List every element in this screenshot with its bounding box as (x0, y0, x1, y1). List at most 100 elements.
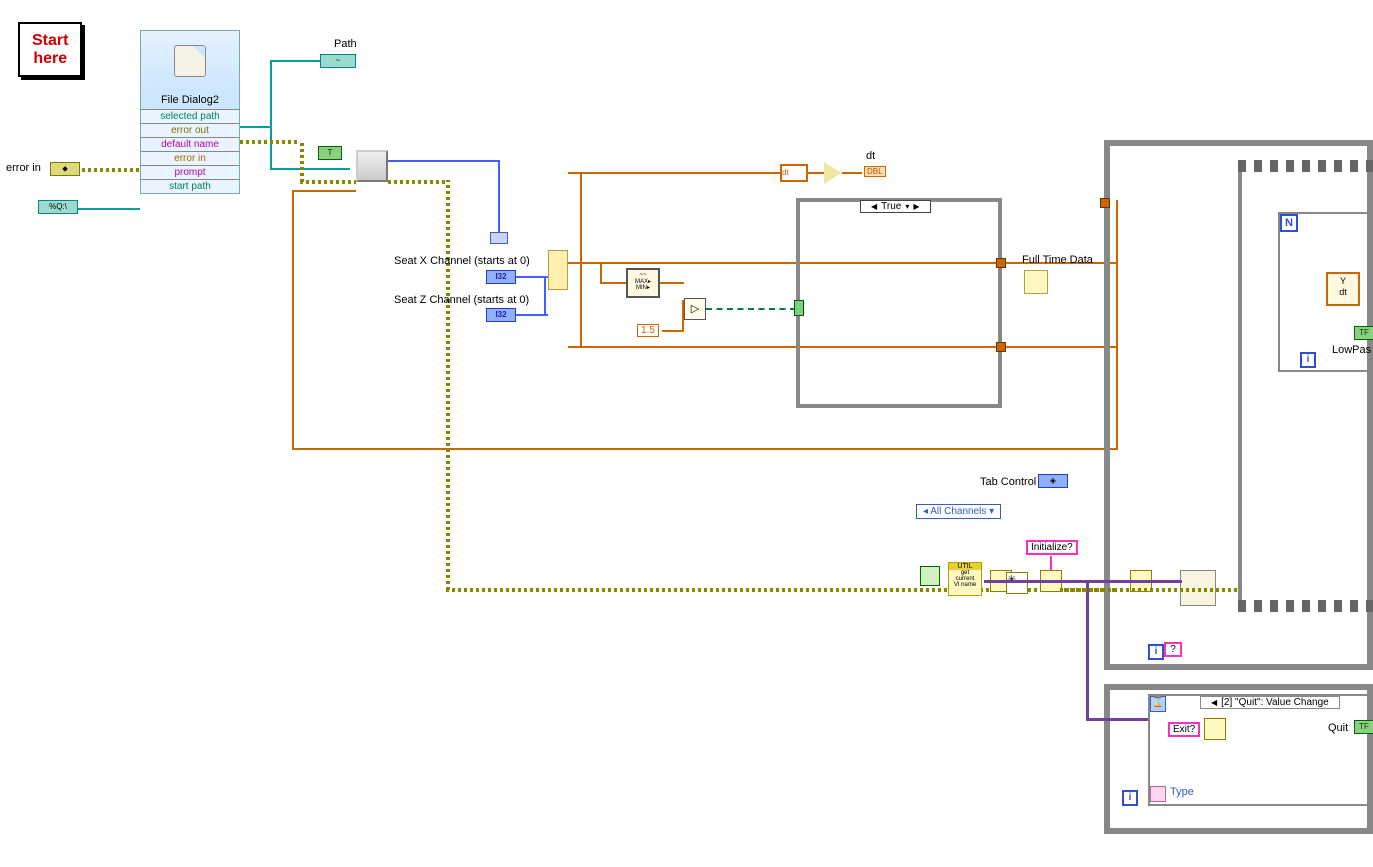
case-selector-terminal[interactable] (794, 300, 804, 316)
lowpass-label: LowPas (1332, 344, 1371, 356)
error-wire-h3 (388, 180, 448, 184)
row-error-out[interactable]: error out (141, 123, 239, 137)
wire-1p5 (662, 330, 684, 332)
loop-cond-q[interactable]: ? (1164, 642, 1182, 657)
wire-path-v (270, 60, 272, 170)
exit-node[interactable] (1204, 718, 1226, 740)
file-dialog-icon-area (141, 31, 239, 91)
start-here-note: Start here (18, 22, 82, 77)
initialize-label: Initialize? (1026, 540, 1078, 555)
error-in-label: error in (6, 162, 41, 174)
start-line2: here (32, 50, 68, 68)
loop-tunnel-1 (1100, 198, 1110, 208)
wire-dt-mul (808, 172, 824, 174)
multiply-icon[interactable] (824, 162, 842, 184)
i-terminal-for[interactable]: i (1300, 352, 1316, 368)
path-constant[interactable]: %Q:\ (38, 200, 78, 214)
right-tri-icon[interactable]: ▶ (913, 202, 919, 211)
wire-o3v (580, 262, 582, 348)
dt-text2: dt (1328, 287, 1358, 298)
wire-oh-bot (800, 346, 1116, 348)
exit-label: Exit? (1168, 722, 1200, 737)
tunnel-top (996, 258, 1006, 268)
error-in-terminal[interactable]: ⬥ (50, 162, 80, 176)
dt-extract-icon[interactable]: dt (780, 164, 808, 182)
dbl-indicator[interactable]: DBL (864, 166, 886, 177)
index-array-icon[interactable] (548, 250, 568, 290)
full-time-data-node[interactable] (1024, 270, 1048, 294)
down-tri-icon[interactable]: ▾ (905, 202, 909, 211)
quit-tf[interactable]: TF (1354, 720, 1373, 734)
tab-control-terminal[interactable]: ◈ (1038, 474, 1068, 488)
greater-than-icon[interactable]: ▷ (684, 298, 706, 320)
n-terminal[interactable]: N (1280, 214, 1298, 232)
purple-to-lower (1086, 718, 1148, 721)
case-selector[interactable]: ◀ True ▾ ▶ (860, 200, 931, 213)
refnum-wire-v (498, 160, 500, 236)
seq-film-top (1238, 160, 1373, 172)
ev-left-icon[interactable]: ◀ (1211, 698, 1217, 707)
file-dialog-title: File Dialog2 (141, 91, 239, 109)
error-wire-h2 (300, 180, 356, 184)
row-start-path[interactable]: start path (141, 179, 239, 193)
left-tri-icon[interactable]: ◀ (871, 202, 877, 211)
wire-to-maxmin-v (600, 262, 602, 284)
all-channels-text: All Channels (930, 506, 986, 517)
full-time-label: Full Time Data (1022, 254, 1093, 266)
wire-max-out (660, 282, 684, 284)
const-1p5[interactable]: 1.5 (637, 324, 659, 337)
type-label: Type (1170, 786, 1194, 798)
case-structure[interactable] (796, 198, 1002, 408)
bool-wire (706, 308, 796, 310)
purple-wire-2 (1062, 580, 1182, 583)
i-terminal-lower[interactable]: i (1122, 790, 1138, 806)
error-wire-v1 (300, 140, 304, 182)
wire-o1v (580, 172, 582, 264)
seq-film-bot (1238, 600, 1373, 612)
error-wire-in (82, 168, 140, 172)
error-wire-v-long (446, 180, 450, 590)
y-dt-subvi[interactable]: Y dt (1326, 272, 1360, 306)
util-get-vi-name[interactable]: UTIL getcurrentVI name (948, 562, 982, 596)
bool-const-true[interactable]: T (318, 146, 342, 160)
path-label: Path (334, 38, 357, 50)
row-selected-path[interactable]: selected path (141, 109, 239, 123)
big-o-h (292, 448, 1118, 450)
error-wire-fd-out (240, 140, 300, 144)
tf-const[interactable]: TF (1354, 326, 1373, 340)
vi-ref-icon[interactable] (920, 566, 940, 586)
case-label: True (881, 201, 901, 212)
big-o-v (292, 190, 294, 450)
path-indicator[interactable]: ~ (320, 54, 356, 68)
refnum-wire-h (388, 160, 500, 162)
row-prompt[interactable]: prompt (141, 165, 239, 179)
error-into-loop (1060, 588, 1240, 592)
quit-label: Quit (1328, 722, 1348, 734)
event-data-node[interactable] (1150, 786, 1166, 802)
purple-wire-v (1086, 580, 1089, 720)
i-terminal-main[interactable]: i (1148, 644, 1164, 660)
seat-x-control[interactable]: I32 (486, 270, 516, 284)
all-channels-ring[interactable]: ◂ All Channels ▾ (916, 504, 1001, 519)
row-default-name[interactable]: default name (141, 137, 239, 151)
row-error-in[interactable]: error in (141, 151, 239, 165)
startpath-wire (78, 208, 140, 210)
open-tdms-icon[interactable] (356, 150, 388, 182)
dt-label: dt (866, 150, 875, 162)
asterisk-icon[interactable]: ✳ (1006, 572, 1028, 594)
wire-to-path-ind (270, 60, 320, 62)
wire-o2 (568, 262, 800, 264)
seat-z-control[interactable]: I32 (486, 308, 516, 322)
wire-gt-join (682, 300, 684, 332)
signal-split-icon[interactable] (490, 232, 508, 244)
event-timeout-icon[interactable]: ⌛ (1150, 696, 1166, 712)
wire-selected-path (240, 126, 270, 128)
file-dialog-node[interactable]: File Dialog2 selected path error out def… (140, 30, 240, 194)
seat-x-label: Seat X Channel (starts at 0) (394, 255, 530, 267)
seat-z-label: Seat Z Channel (starts at 0) (394, 294, 529, 306)
event-case-selector[interactable]: ◀ [2] "Quit": Value Change (1200, 696, 1340, 709)
wire-o1 (568, 172, 792, 174)
y-text: Y (1328, 276, 1358, 287)
max-min-icon[interactable]: ~~MAX▸MIN▸ (626, 268, 660, 298)
file-page-icon (174, 45, 206, 77)
